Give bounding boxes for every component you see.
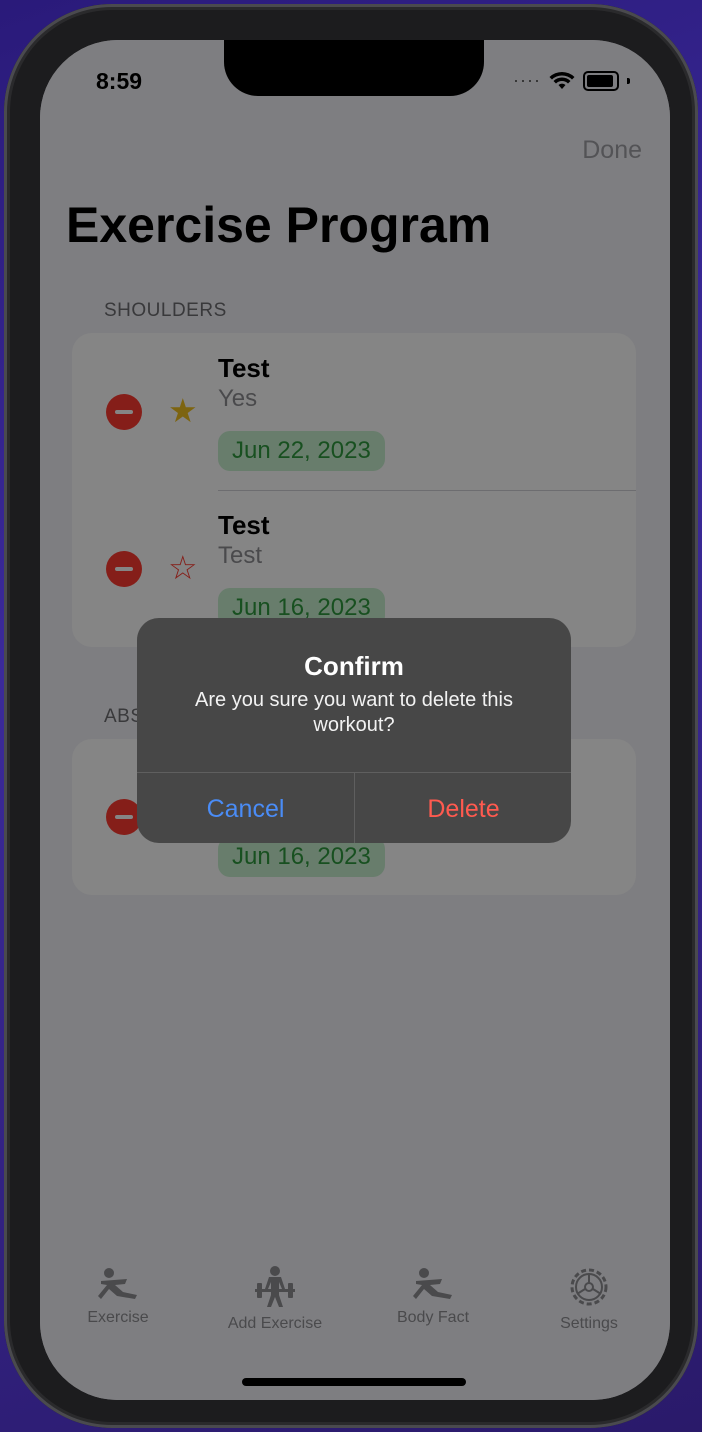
phone-frame: 8:59 ···· Done Exercise Program SHOULDER… (4, 4, 698, 1428)
alert-title: Confirm (304, 651, 404, 681)
app-screen: 8:59 ···· Done Exercise Program SHOULDER… (40, 40, 670, 1400)
confirm-alert: Confirm Are you sure you want to delete … (137, 618, 571, 843)
cancel-button[interactable]: Cancel (137, 773, 354, 843)
delete-button[interactable]: Delete (355, 773, 571, 843)
alert-message: Are you sure you want to delete this wor… (195, 689, 513, 736)
